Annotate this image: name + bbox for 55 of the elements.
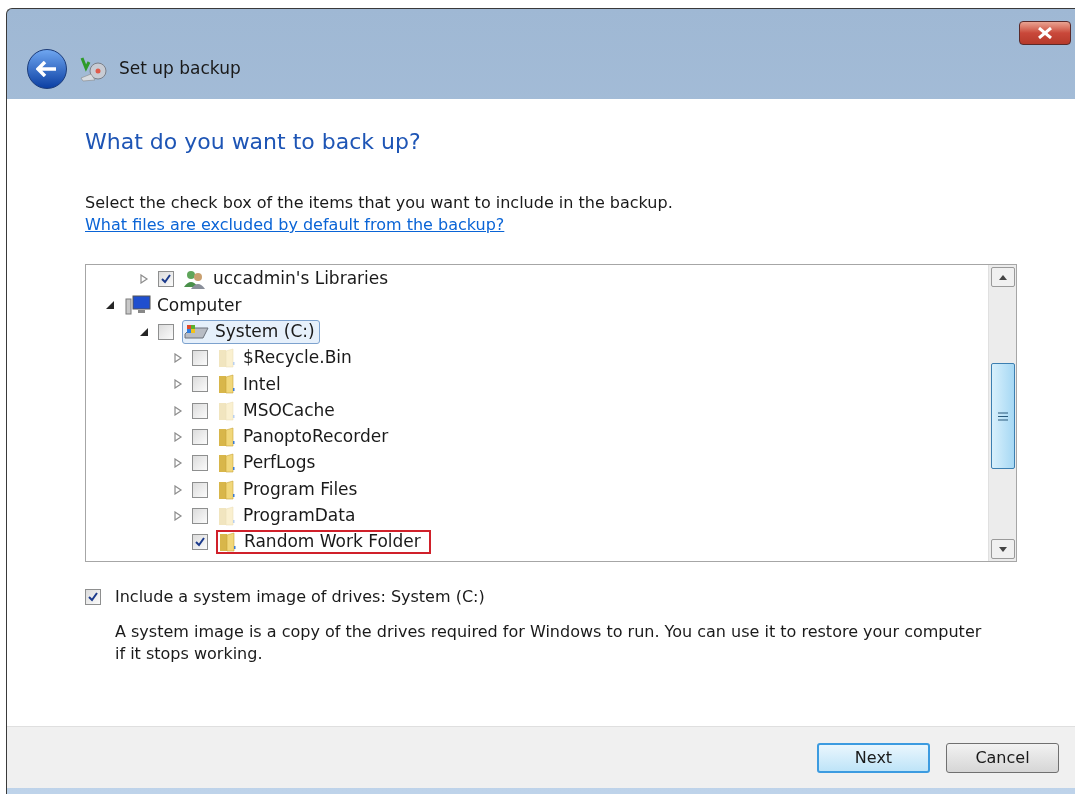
expand-arrow-icon[interactable]	[173, 353, 183, 364]
dialog-button[interactable]: Cancel	[946, 742, 1059, 773]
computer-icon	[125, 295, 151, 316]
back-button[interactable]	[27, 49, 67, 89]
checkbox[interactable]	[192, 428, 208, 445]
instructions-text: Select the check box of the items that you want to include in the backup. What files are excluded by default from the backup?	[85, 192, 674, 236]
page-heading: What do you want to back up?	[85, 128, 422, 156]
expand-arrow-icon[interactable]	[173, 510, 183, 521]
checkbox[interactable]	[158, 323, 174, 340]
checkbox[interactable]	[192, 481, 208, 498]
tree-item[interactable]: ProgramData	[216, 503, 361, 528]
expand-arrow-icon[interactable]	[173, 431, 183, 442]
expand-arrow-icon[interactable]	[173, 458, 183, 469]
users-icon	[183, 269, 207, 290]
scroll-down-button[interactable]	[990, 539, 1015, 559]
excluded-files-link[interactable]: What files are excluded by default from the backup?	[85, 215, 505, 234]
expand-arrow-icon[interactable]	[173, 379, 183, 390]
system-image-label[interactable]: Include a system image of drives: System (C:)	[115, 585, 485, 609]
tree-item[interactable]: System (C:)	[182, 319, 320, 344]
back-arrow-icon	[36, 61, 58, 77]
system-image-description: A system image is a copy of the drives required for Windows to run. You can use it to restore your computer if it stops working.	[115, 621, 983, 665]
tree-item[interactable]: Intel	[216, 372, 286, 397]
scroll-up-button[interactable]	[990, 267, 1015, 287]
tree-item[interactable]: $Recycle.Bin	[216, 346, 357, 371]
expand-arrow-icon[interactable]	[173, 405, 183, 416]
checkbox[interactable]	[192, 534, 208, 551]
grip-icon	[997, 411, 1008, 421]
backup-icon	[79, 56, 107, 82]
checkbox[interactable]	[85, 589, 101, 605]
collapse-arrow-icon[interactable]	[105, 300, 115, 311]
expand-arrow-icon[interactable]	[139, 274, 149, 285]
tree-item[interactable]: MSOCache	[216, 398, 340, 423]
checkbox[interactable]	[192, 507, 208, 524]
collapse-arrow-icon[interactable]	[139, 326, 149, 337]
checkbox[interactable]	[192, 402, 208, 419]
dialog-button[interactable]: Next	[817, 742, 930, 773]
checkbox[interactable]	[192, 455, 208, 472]
tree-item[interactable]: Program Files	[216, 477, 363, 502]
close-icon	[1036, 27, 1054, 39]
tree-item[interactable]: PerfLogs	[216, 451, 321, 476]
window-title: Set up backup	[119, 57, 241, 81]
checkbox[interactable]	[158, 271, 174, 288]
expand-arrow-icon[interactable]	[173, 484, 183, 495]
checkbox[interactable]	[192, 350, 208, 367]
tree-item[interactable]: Computer	[124, 293, 247, 318]
scroll-thumb[interactable]	[990, 363, 1015, 469]
tree-item[interactable]: PanoptoRecorder	[216, 424, 394, 449]
down-arrow-icon	[998, 546, 1007, 552]
checkbox[interactable]	[192, 376, 208, 393]
up-arrow-icon	[998, 274, 1007, 280]
close-button[interactable]	[1019, 21, 1071, 45]
drive-icon	[183, 322, 209, 341]
tree-item[interactable]: Random Work Folder	[216, 530, 431, 555]
tree-item[interactable]: uccadmin's Libraries	[182, 267, 394, 292]
scrollbar[interactable]	[988, 265, 1016, 561]
